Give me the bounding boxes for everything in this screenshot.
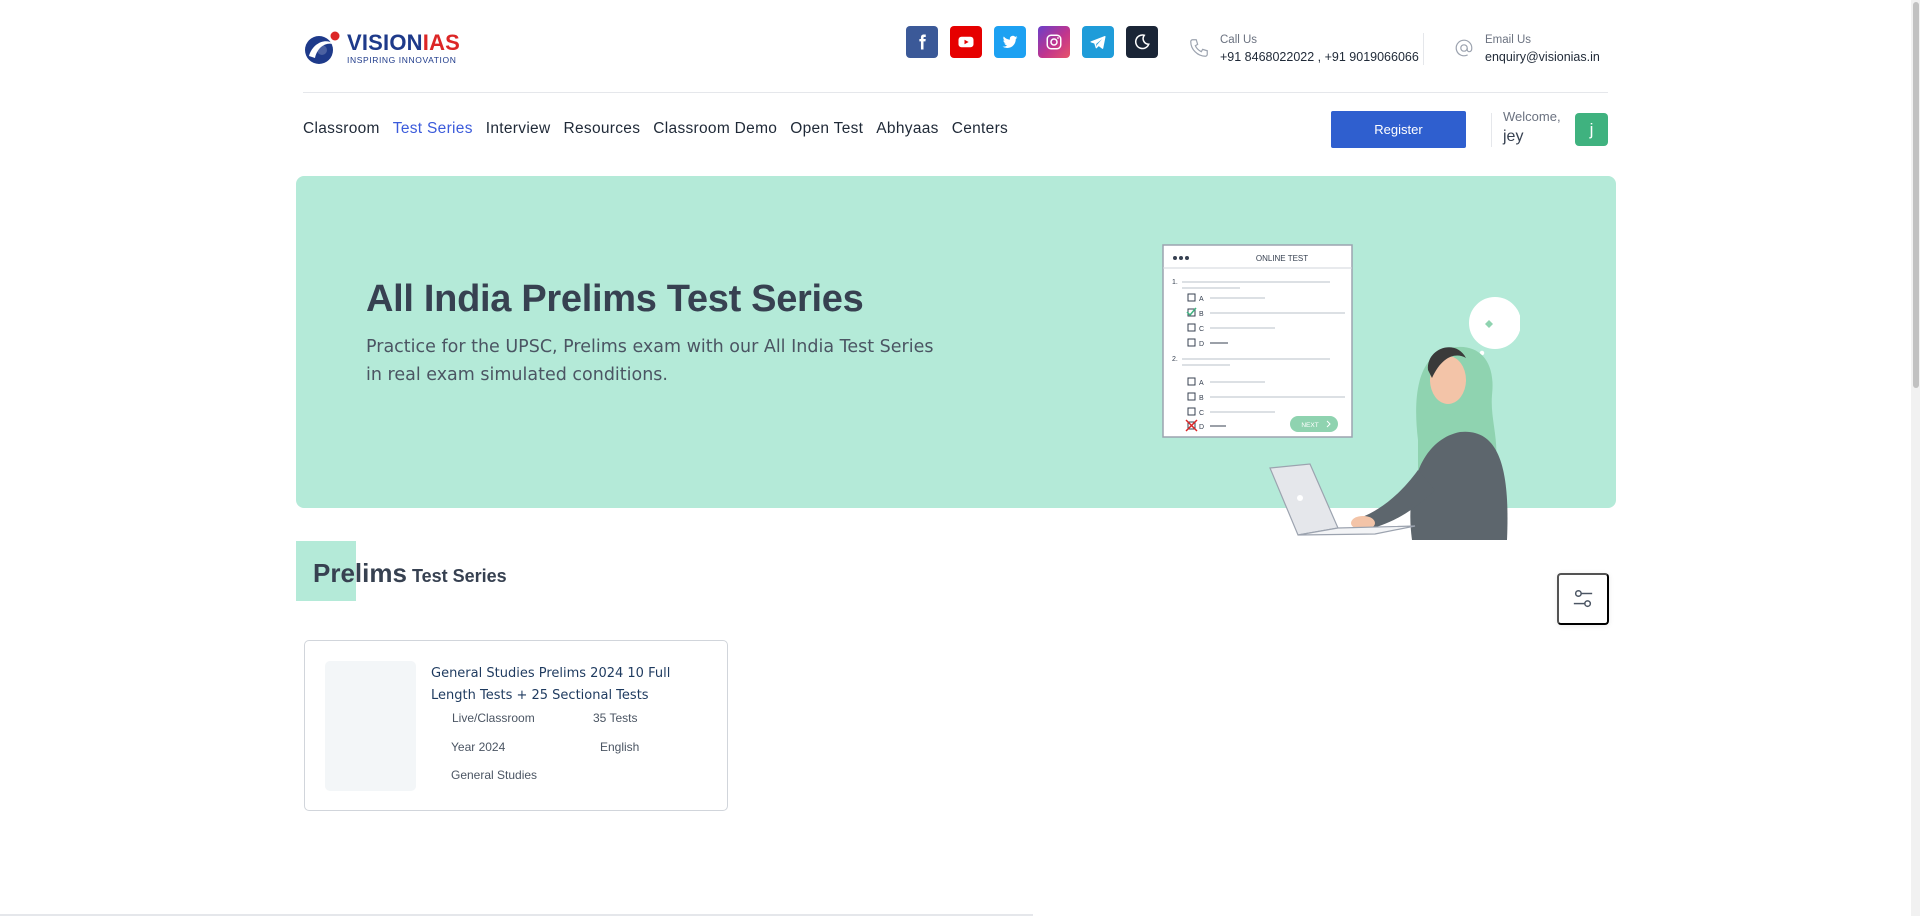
- illus-option-b: B: [1199, 311, 1204, 318]
- call-us[interactable]: Call Us +91 8468022022 , +91 9019066066: [1188, 34, 1419, 64]
- phone-icon: [1190, 39, 1208, 57]
- brand-logo[interactable]: VISIONIAS INSPIRING INNOVATION: [303, 30, 460, 66]
- main-nav: Classroom Test Series Interview Resource…: [303, 120, 1021, 138]
- hero-title: All India Prelims Test Series: [366, 278, 864, 320]
- logo-mark-icon: [303, 30, 341, 66]
- nav-classroom[interactable]: Classroom: [303, 120, 380, 138]
- illus-q1: 1.: [1172, 279, 1178, 286]
- welcome-label: Welcome,: [1503, 109, 1561, 124]
- register-button[interactable]: Register: [1331, 111, 1466, 148]
- filter-button[interactable]: [1557, 573, 1609, 625]
- brand-tagline: INSPIRING INNOVATION: [347, 54, 457, 65]
- youtube-link[interactable]: [950, 26, 982, 58]
- nav-test-series[interactable]: Test Series: [393, 120, 473, 138]
- brand-name-part1: VISION: [347, 29, 423, 55]
- illus-q2: 2.: [1172, 356, 1178, 363]
- facebook-icon: [919, 34, 926, 50]
- telegram-icon: [1090, 35, 1106, 49]
- user-avatar[interactable]: j: [1575, 113, 1608, 146]
- illus-option-c: C: [1199, 326, 1204, 333]
- header-divider: [303, 92, 1608, 93]
- illus-header: ONLINE TEST: [1256, 254, 1308, 263]
- youtube-icon: [958, 36, 974, 48]
- welcome-block: Welcome, jey: [1503, 109, 1561, 146]
- illus-q2-option-a: A: [1199, 380, 1204, 387]
- illus-q2-option-d: D: [1199, 424, 1204, 431]
- illus-q2-option-c: C: [1199, 410, 1204, 417]
- illus-option-a: A: [1199, 296, 1204, 303]
- twitter-icon: [1002, 35, 1018, 48]
- brand-name: VISIONIAS: [347, 29, 461, 55]
- logo-text: VISIONIAS INSPIRING INNOVATION: [347, 29, 461, 65]
- instagram-link[interactable]: [1038, 26, 1070, 58]
- test-series-card[interactable]: General Studies Prelims 2024 10 Full Len…: [304, 640, 728, 811]
- twitter-link[interactable]: [994, 26, 1026, 58]
- user-divider: [1491, 113, 1492, 147]
- filter-sliders-icon: [1573, 590, 1593, 608]
- email-value[interactable]: enquiry@visionias.in: [1485, 50, 1600, 64]
- dark-mode-icon: [1134, 34, 1150, 50]
- at-icon: [1455, 39, 1473, 57]
- nav-classroom-demo[interactable]: Classroom Demo: [653, 120, 777, 138]
- card-language: English: [600, 740, 640, 754]
- card-thumbnail: [325, 661, 416, 791]
- nav-open-test[interactable]: Open Test: [790, 120, 863, 138]
- section-title-main: Prelims: [313, 558, 407, 588]
- page: VISIONIAS INSPIRING INNOVATION Call Us +…: [0, 0, 1920, 916]
- nav-interview[interactable]: Interview: [486, 120, 551, 138]
- card-tests: 35 Tests: [593, 711, 638, 725]
- card-subject: General Studies: [451, 768, 538, 782]
- card-year: Year 2024: [451, 740, 506, 754]
- illus-option-d: D: [1199, 341, 1204, 348]
- vertical-scrollbar-thumb[interactable]: [1913, 2, 1919, 388]
- nav-abhyaas[interactable]: Abhyaas: [876, 120, 938, 138]
- card-mode: Live/Classroom: [452, 711, 535, 725]
- social-links: [906, 26, 1158, 58]
- nav-resources[interactable]: Resources: [563, 120, 640, 138]
- illus-q2-option-b: B: [1199, 395, 1204, 402]
- call-value[interactable]: +91 8468022022 , +91 9019066066: [1220, 50, 1419, 64]
- nav-centers[interactable]: Centers: [952, 120, 1008, 138]
- brand-name-part2: IAS: [422, 29, 461, 55]
- illus-next: NEXT: [1301, 422, 1318, 429]
- section-title: Prelims Test Series: [313, 558, 507, 589]
- facebook-link[interactable]: [906, 26, 938, 58]
- email-us[interactable]: Email Us enquiry@visionias.in: [1453, 34, 1600, 64]
- hero-subtitle: Practice for the UPSC, Prelims exam with…: [366, 337, 934, 385]
- section-title-rest: Test Series: [411, 566, 507, 586]
- dark-mode-toggle[interactable]: [1126, 26, 1158, 58]
- instagram-icon: [1046, 34, 1062, 50]
- card-title[interactable]: General Studies Prelims 2024 10 Full Len…: [431, 663, 701, 707]
- email-label: Email Us: [1485, 34, 1532, 46]
- user-name: jey: [1503, 128, 1524, 145]
- telegram-link[interactable]: [1082, 26, 1114, 58]
- contact-divider: [1423, 33, 1424, 65]
- call-label: Call Us: [1220, 34, 1258, 46]
- online-test-illustration: ONLINE TEST 1. A B C D 2. A B C D NEXT: [1162, 244, 1520, 540]
